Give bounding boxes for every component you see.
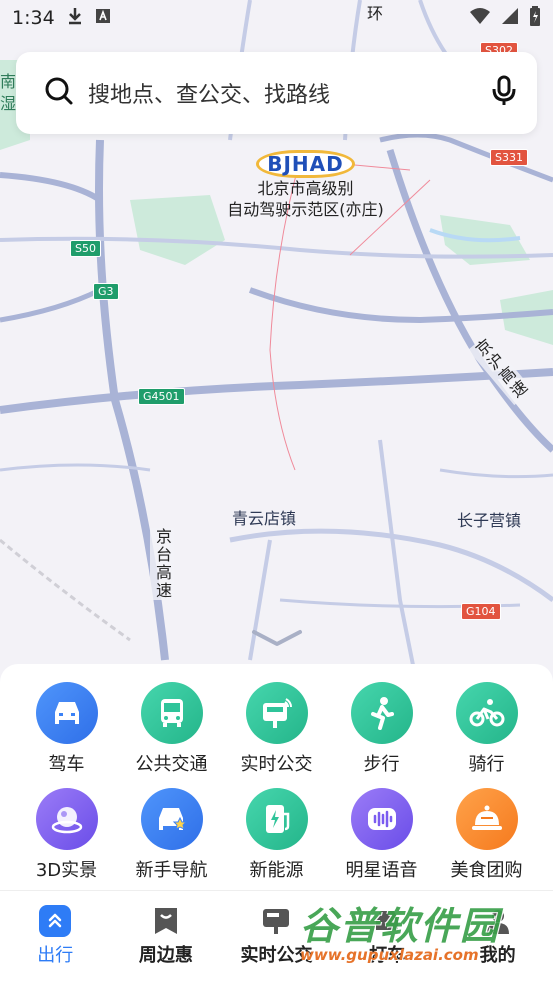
service-label: 实时公交	[240, 754, 313, 775]
shield-s50: S50	[70, 240, 101, 257]
nearby-deals-icon	[150, 905, 182, 937]
car-icon[interactable]	[35, 682, 98, 744]
shield-g3: G3	[93, 283, 119, 300]
service-bike[interactable]: 骑行	[434, 682, 539, 776]
walk-icon[interactable]	[350, 682, 413, 744]
status-time: 1:34	[12, 7, 55, 29]
map-label-changziying[interactable]: 长子营镇	[457, 507, 521, 531]
service-3d-view[interactable]: 3D实景	[14, 788, 119, 882]
shield-g104: G104	[461, 603, 501, 620]
service-label: 3D实景	[35, 860, 98, 881]
service-realtime-bus[interactable]: 实时公交	[224, 682, 329, 776]
shield-s331: S331	[490, 149, 528, 166]
status-bar: 1:34	[0, 0, 553, 36]
bjhad-title-line2: 自动驾驶示范区(亦庄)	[227, 200, 384, 219]
service-drive[interactable]: 驾车	[14, 682, 119, 776]
new-driver-car-icon[interactable]	[140, 788, 203, 850]
service-celebrity-voice[interactable]: 明星语音	[329, 788, 434, 882]
tab-nearby-deals[interactable]: 周边惠	[111, 891, 222, 984]
service-label: 驾车	[48, 754, 85, 775]
search-bar[interactable]: 搜地点、查公交、找路线	[16, 52, 537, 134]
realtime-bus-icon	[260, 905, 292, 937]
service-new-energy[interactable]: 新能源	[224, 788, 329, 882]
shield-g4501: G4501	[138, 388, 185, 405]
wifi-icon	[469, 7, 491, 30]
search-icon[interactable]	[44, 76, 74, 110]
bjhad-zone-label: BJHAD 北京市高级别 自动驾驶示范区(亦庄)	[213, 150, 398, 220]
tab-label: 出行	[37, 945, 74, 966]
bjhad-title-line1: 北京市高级别	[257, 179, 354, 198]
charging-station-icon[interactable]	[245, 788, 308, 850]
services-grid: 驾车 公共交通 实时公交 步行 骑行 3D实景 新手导航 新能源 明星语音 美食…	[0, 664, 553, 882]
font-a-icon	[95, 8, 111, 28]
service-label: 公共交通	[135, 754, 208, 775]
map-label-qingyundian[interactable]: 青云店镇	[232, 505, 296, 529]
service-food-deals[interactable]: 美食团购	[434, 788, 539, 882]
tab-travel[interactable]: 出行	[0, 891, 111, 984]
service-walk[interactable]: 步行	[329, 682, 434, 776]
service-label: 步行	[363, 754, 400, 775]
globe-3d-icon[interactable]	[35, 788, 98, 850]
service-label: 骑行	[468, 754, 505, 775]
tab-label: 周边惠	[138, 945, 193, 966]
watermark-title: 谷普软件园	[300, 904, 501, 948]
site-watermark: 谷普软件园 www.gupuxlazai.com	[300, 895, 553, 967]
service-label: 新能源	[249, 860, 304, 881]
services-panel: 驾车 公共交通 实时公交 步行 骑行 3D实景 新手导航 新能源 明星语音 美食…	[0, 664, 553, 890]
collapse-panel-chevron-icon[interactable]	[250, 628, 304, 648]
search-placeholder[interactable]: 搜地点、查公交、找路线	[88, 77, 491, 109]
service-public-transit[interactable]: 公共交通	[119, 682, 224, 776]
microphone-icon[interactable]	[491, 75, 517, 111]
voice-wave-icon[interactable]	[350, 788, 413, 850]
map-label-nan: 南	[0, 72, 17, 91]
bus-stop-icon[interactable]	[245, 682, 308, 744]
bike-icon[interactable]	[455, 682, 518, 744]
service-label: 美食团购	[450, 860, 523, 881]
map-label-jingtai: 京台高速	[150, 528, 174, 600]
bjhad-logo: BJHAD	[256, 150, 355, 178]
service-new-driver-nav[interactable]: 新手导航	[119, 788, 224, 882]
service-label: 新手导航	[135, 860, 208, 881]
service-label: 明星语音	[345, 860, 418, 881]
bus-icon[interactable]	[140, 682, 203, 744]
food-icon[interactable]	[455, 788, 518, 850]
travel-icon	[39, 905, 72, 937]
battery-icon	[529, 5, 541, 31]
signal-icon	[501, 7, 519, 30]
download-icon	[67, 7, 83, 29]
map-label-shi: 湿	[0, 94, 17, 113]
